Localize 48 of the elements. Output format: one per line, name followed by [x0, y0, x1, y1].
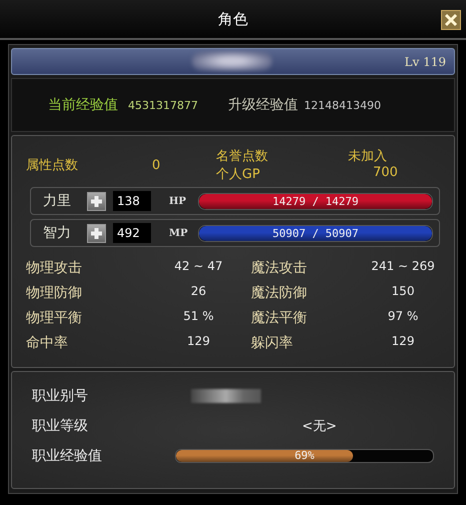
honor-points-label: 名誉点数	[216, 148, 269, 165]
level-label: Lv 119	[404, 54, 446, 68]
job-exp-label: 职业经验值	[32, 447, 103, 465]
gauge-label: MP	[169, 228, 189, 238]
stat-value: 26	[190, 284, 208, 300]
job-level-label: 职业等级	[32, 417, 89, 435]
stat-value: 129	[390, 334, 416, 350]
honor-points-value: 未加入	[347, 148, 388, 165]
stat-label: 物理攻击	[26, 259, 83, 277]
stat-label: 物理防御	[26, 284, 83, 302]
stat-value: 129	[186, 334, 211, 350]
current-exp-label: 当前经验值	[48, 96, 118, 114]
blurred-alias	[191, 389, 261, 403]
progress-reading: 69%	[294, 450, 316, 462]
stat-value: 51 %	[182, 309, 215, 325]
stat-label: 躲闪率	[251, 334, 294, 352]
add-point-button[interactable]	[87, 224, 106, 242]
stat-value: 97 %	[386, 309, 420, 325]
stat-label: 魔法防御	[251, 284, 308, 302]
stat-label: 魔法攻击	[251, 259, 308, 277]
attribute-value: 138	[113, 191, 151, 211]
gp-value: 700	[372, 165, 399, 182]
stat-label: 命中率	[26, 334, 69, 352]
attribute-label: 智力	[43, 224, 72, 242]
stat-value: 241 ~ 269	[370, 259, 436, 275]
job-level-value: <无>	[302, 418, 337, 435]
plus-icon	[90, 226, 103, 240]
attribute-points-value: 0	[151, 158, 162, 172]
gauge-reading: 14279 / 14279	[271, 194, 360, 208]
next-exp-value: 12148413490	[304, 98, 381, 112]
attribute-points-label: 属性点数	[26, 157, 79, 174]
add-point-button[interactable]	[87, 192, 106, 210]
next-exp-label: 升级经验值	[228, 96, 298, 114]
plus-icon	[90, 194, 103, 208]
attribute-value: 492	[113, 223, 151, 243]
gauge-reading: 50907 / 50907	[271, 226, 360, 240]
stat-value: 42 ~ 47	[173, 259, 224, 275]
stat-label: 魔法平衡	[251, 309, 308, 327]
close-icon	[444, 13, 458, 27]
gp-label: 个人GP	[216, 166, 261, 183]
attribute-label: 力里	[43, 192, 72, 210]
job-alias-label: 职业别号	[32, 387, 89, 405]
window-title: 角色	[218, 10, 248, 28]
close-button[interactable]	[441, 10, 461, 30]
current-exp-value: 4531317877	[128, 98, 198, 112]
stat-label: 物理平衡	[26, 309, 83, 327]
gauge-label: HP	[169, 196, 187, 206]
stat-value: 150	[390, 284, 416, 300]
